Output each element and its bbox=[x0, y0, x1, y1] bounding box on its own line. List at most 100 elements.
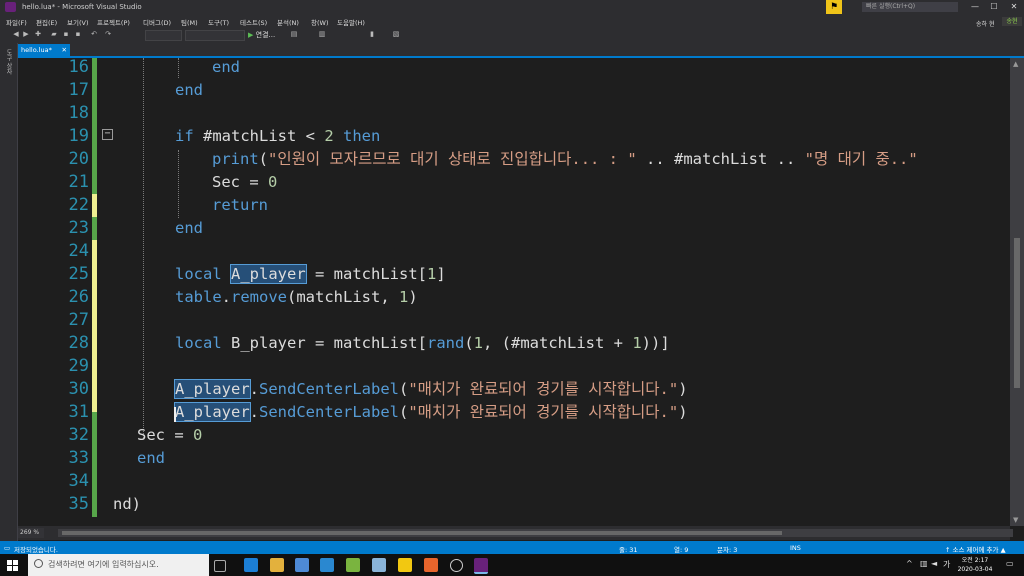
toolbox-label[interactable]: 도구 상자 bbox=[4, 49, 13, 75]
app-icon[interactable] bbox=[372, 558, 386, 572]
vertical-scroll-thumb[interactable] bbox=[1014, 238, 1020, 388]
line-number: 26 bbox=[68, 287, 89, 307]
new-item-icon[interactable]: ✚ bbox=[34, 30, 42, 39]
start-debug-label: 연결... bbox=[255, 31, 276, 39]
network-icon[interactable]: ▥ bbox=[920, 559, 928, 568]
editor-bottom-bar: 269 % bbox=[18, 526, 1013, 540]
quick-launch-search[interactable]: 빠른 실행(Ctrl+Q) bbox=[862, 2, 958, 12]
nav-back-icon[interactable]: ◀ bbox=[12, 30, 20, 39]
maximize-button[interactable]: ☐ bbox=[985, 0, 1003, 14]
toolbar: ◀ ▶ ✚ ▰ ▪ ▪ ↶ ↷ ▶ 연결... ▤ ▥ ▮ ▧ bbox=[0, 27, 1024, 44]
redo-icon[interactable]: ↷ bbox=[104, 30, 112, 39]
app-icon[interactable] bbox=[398, 558, 412, 572]
line-number: 18 bbox=[68, 103, 89, 123]
play-icon: ▶ bbox=[248, 31, 254, 39]
taskbar-search-text: 검색하려면 여기에 입력하십시오. bbox=[48, 560, 159, 569]
windows-start-icon[interactable] bbox=[7, 560, 18, 571]
toolbox-sidebar[interactable]: 도구 상자 bbox=[0, 43, 18, 543]
collapse-region-icon[interactable]: − bbox=[102, 129, 113, 140]
status-output-icon: ▭ bbox=[4, 544, 11, 552]
menu-tools[interactable]: 도구(T) bbox=[208, 17, 229, 27]
code-line-17: end bbox=[175, 81, 203, 99]
toolbar-extra-icon[interactable]: ▥ bbox=[318, 30, 326, 39]
title-bar: hello.lua* - Microsoft Visual Studio ⚑ 빠… bbox=[0, 0, 1024, 14]
tab-close-icon[interactable]: ✕ bbox=[62, 44, 67, 56]
app-icon[interactable] bbox=[346, 558, 360, 572]
store-icon[interactable] bbox=[295, 558, 309, 572]
tab-label: hello.lua* bbox=[21, 46, 52, 54]
line-number: 23 bbox=[68, 218, 89, 238]
menu-bar: 파일(F) 편집(E) 보기(V) 프로젝트(P) 디버그(D) 팀(M) 도구… bbox=[0, 14, 1024, 28]
menu-window[interactable]: 창(W) bbox=[311, 17, 328, 27]
menu-view[interactable]: 보기(V) bbox=[67, 17, 88, 27]
status-line: 줄: 31 bbox=[619, 546, 638, 554]
notification-center-icon[interactable]: ▭ bbox=[1006, 559, 1014, 568]
menu-test[interactable]: 테스트(S) bbox=[240, 17, 267, 27]
line-number: 25 bbox=[68, 264, 89, 284]
open-folder-icon[interactable]: ▰ bbox=[50, 30, 58, 39]
tray-chevron-icon[interactable]: ^ bbox=[906, 559, 913, 568]
tab-hello-lua[interactable]: hello.lua* ✕ bbox=[18, 44, 70, 56]
task-view-icon[interactable] bbox=[214, 560, 226, 572]
visual-studio-taskbar-icon[interactable] bbox=[474, 558, 488, 574]
volume-icon[interactable]: ◄ bbox=[931, 559, 937, 568]
menu-debug[interactable]: 디버그(D) bbox=[143, 17, 171, 27]
menu-analyze[interactable]: 분석(N) bbox=[277, 17, 299, 27]
indent-guide bbox=[178, 58, 179, 78]
toolbar-extra-icon[interactable]: ▤ bbox=[290, 30, 298, 39]
app-icon[interactable] bbox=[450, 559, 463, 572]
code-line-19: if #matchList < 2 then bbox=[175, 127, 381, 145]
vertical-scrollbar[interactable]: ▲ ▼ bbox=[1010, 58, 1024, 526]
saved-change-marker bbox=[92, 58, 97, 194]
zoom-level-dropdown[interactable]: 269 % bbox=[18, 528, 44, 538]
minimize-button[interactable]: — bbox=[966, 0, 984, 14]
start-debug-button[interactable]: ▶ 연결... bbox=[248, 30, 275, 40]
menu-help[interactable]: 도움말(H) bbox=[337, 17, 365, 27]
line-number: 28 bbox=[68, 333, 89, 353]
toolbar-extra-icon[interactable]: ▧ bbox=[392, 30, 400, 39]
status-column: 열: 9 bbox=[674, 546, 689, 554]
line-number: 27 bbox=[68, 310, 89, 330]
line-number: 33 bbox=[68, 448, 89, 468]
line-number: 32 bbox=[68, 425, 89, 445]
status-insert-mode: INS bbox=[790, 544, 801, 552]
source-control-button[interactable]: ↑ 소스 제어에 추가 ▲ bbox=[945, 544, 1006, 554]
line-number: 19 bbox=[68, 126, 89, 146]
taskbar-clock[interactable]: 오전 2:17 2020-03-04 bbox=[950, 556, 1000, 574]
scroll-up-icon[interactable]: ▲ bbox=[1013, 60, 1018, 68]
save-icon[interactable]: ▪ bbox=[62, 30, 70, 39]
configuration-dropdown[interactable] bbox=[145, 30, 182, 41]
code-editor[interactable]: 16 17 18 19 20 21 22 23 24 25 26 27 28 2… bbox=[18, 58, 1010, 526]
indent-guide bbox=[178, 150, 179, 218]
notification-flag-icon[interactable]: ⚑ bbox=[826, 0, 842, 14]
app-icon[interactable] bbox=[424, 558, 438, 572]
nav-forward-icon[interactable]: ▶ bbox=[22, 30, 30, 39]
close-button[interactable]: ✕ bbox=[1005, 0, 1023, 14]
undo-icon[interactable]: ↶ bbox=[90, 30, 98, 39]
code-line-23: end bbox=[175, 219, 203, 237]
taskbar-search-box[interactable]: 검색하려면 여기에 입력하십시오. bbox=[28, 554, 209, 576]
code-line-25: local A_player = matchList[1] bbox=[175, 264, 446, 284]
line-number: 16 bbox=[68, 58, 89, 77]
platform-dropdown[interactable] bbox=[185, 30, 245, 41]
menu-team[interactable]: 팀(M) bbox=[181, 17, 198, 27]
user-badge[interactable]: 송현 bbox=[1002, 17, 1022, 26]
bookmark-icon[interactable]: ▮ bbox=[368, 30, 376, 39]
saved-change-marker bbox=[92, 412, 97, 517]
unsaved-change-marker bbox=[92, 240, 97, 412]
clock-date: 2020-03-04 bbox=[957, 566, 993, 573]
windows-taskbar: 검색하려면 여기에 입력하십시오. ^ ▥ ◄ 가 오전 2:17 2020-0… bbox=[0, 554, 1024, 576]
menu-project[interactable]: 프로젝트(P) bbox=[97, 17, 130, 27]
menu-edit[interactable]: 편집(E) bbox=[36, 17, 57, 27]
menu-file[interactable]: 파일(F) bbox=[6, 17, 27, 27]
scroll-down-icon[interactable]: ▼ bbox=[1013, 516, 1018, 524]
save-all-icon[interactable]: ▪ bbox=[74, 30, 82, 39]
line-number: 30 bbox=[68, 379, 89, 399]
horizontal-scroll-thumb[interactable] bbox=[62, 531, 782, 535]
edge-browser-icon[interactable] bbox=[244, 558, 258, 572]
saved-change-marker bbox=[92, 217, 97, 240]
mail-icon[interactable] bbox=[320, 558, 334, 572]
line-number: 31 bbox=[68, 402, 89, 422]
unsaved-change-marker bbox=[92, 194, 97, 217]
file-explorer-icon[interactable] bbox=[270, 558, 284, 572]
